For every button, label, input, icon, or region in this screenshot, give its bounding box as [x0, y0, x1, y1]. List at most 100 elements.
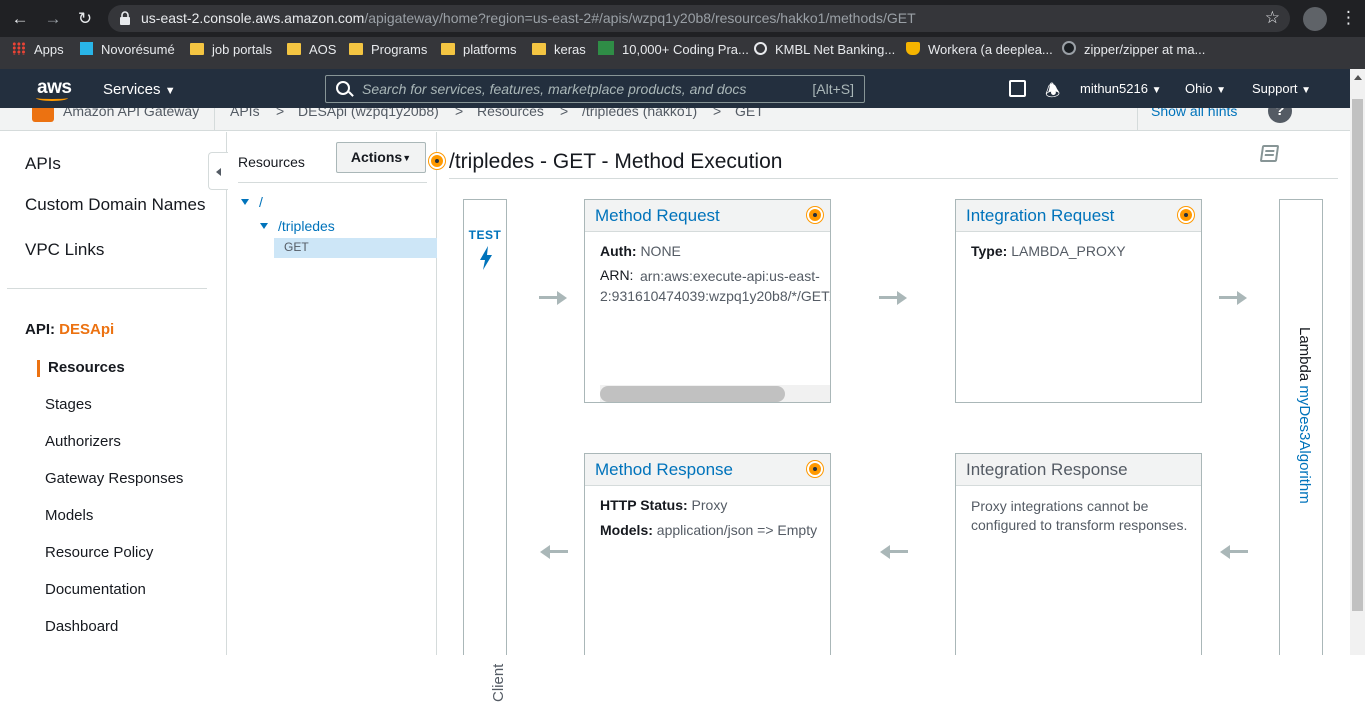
card-header: Integration Response: [956, 454, 1201, 486]
nav-item-models[interactable]: Models: [45, 507, 93, 524]
test-button[interactable]: TEST: [464, 228, 506, 242]
active-indicator: [37, 360, 40, 377]
models-row: Models: application/json => Empty: [600, 522, 817, 538]
nav-item-documentation[interactable]: Documentation: [45, 581, 146, 598]
client-label-wrap: Client: [477, 451, 507, 702]
tree-node-root[interactable]: /: [259, 194, 263, 210]
profile-avatar[interactable]: [1303, 7, 1327, 31]
method-request-link[interactable]: Method Request: [595, 206, 720, 226]
hint-dot-icon[interactable]: [1178, 207, 1194, 223]
arn-value: arn:aws:execute-api:us-east- 2:9316104740…: [600, 266, 830, 306]
kebab-menu-icon[interactable]: ⋮: [1340, 8, 1357, 28]
breadcrumb-method: GET: [735, 108, 764, 119]
bookmark-label: AOS: [309, 42, 337, 57]
integration-request-link[interactable]: Integration Request: [966, 206, 1114, 226]
page-scrollbar[interactable]: [1350, 69, 1365, 655]
collapse-nav-button[interactable]: [208, 152, 228, 190]
integration-response-card: Integration Response Proxy integrations …: [955, 453, 1202, 655]
bookmark-coding-practice[interactable]: 10,000+ Coding Pra...: [598, 37, 749, 69]
bookmark-label: zipper/zipper at ma...: [1084, 42, 1206, 57]
nav-item-custom-domain-names[interactable]: Custom Domain Names: [25, 195, 205, 215]
hint-dot-icon[interactable]: [807, 461, 823, 477]
aws-console-nav: aws Services ▼ Search for services, feat…: [0, 69, 1350, 108]
bell-icon[interactable]: 🕭: [1045, 78, 1060, 107]
scrollbar-thumb[interactable]: [600, 386, 785, 402]
breadcrumb-apis[interactable]: APIs: [230, 108, 260, 119]
nav-item-apis[interactable]: APIs: [25, 154, 61, 174]
bookmark-zipper[interactable]: zipper/zipper at ma...: [1062, 37, 1205, 69]
caret-down-icon: ▼: [402, 153, 412, 163]
nav-item-gateway-responses[interactable]: Gateway Responses: [45, 470, 183, 487]
help-icon[interactable]: ?: [1268, 108, 1292, 123]
scrollbar-thumb[interactable]: [1352, 99, 1363, 611]
browser-toolbar: ← → ↻ us-east-2.console.aws.amazon.com/a…: [0, 0, 1365, 37]
breadcrumb-resources[interactable]: Resources: [477, 108, 544, 119]
hint-dot-icon[interactable]: [429, 153, 445, 169]
coding-icon: [598, 41, 614, 55]
bookmark-label: keras: [554, 42, 586, 57]
models-label: Models:: [600, 522, 653, 538]
nav-item-resources[interactable]: Resources: [48, 359, 125, 376]
nav-item-dashboard[interactable]: Dashboard: [45, 618, 118, 635]
lambda-function-link[interactable]: myDes3Algorithm: [1296, 385, 1313, 503]
lambda-word: Lambda: [1296, 327, 1313, 382]
tree-node-tripledes[interactable]: /tripledes: [278, 218, 335, 234]
tree-node-get-label: GET: [284, 240, 309, 254]
cloudshell-icon[interactable]: [1009, 80, 1026, 97]
breadcrumb-divider: [214, 108, 215, 130]
bookmark-folder-programs[interactable]: Programs: [349, 37, 427, 69]
search-placeholder: Search for services, features, marketpla…: [362, 81, 747, 97]
resources-heading: Resources: [238, 154, 305, 170]
arrow-left-icon: [1220, 545, 1248, 559]
caret-down-icon: ▼: [1151, 85, 1162, 96]
method-response-card: Method Response HTTP Status: Proxy Model…: [584, 453, 831, 655]
actions-dropdown-button[interactable]: Actions▼: [336, 142, 426, 173]
expand-caret-icon[interactable]: [241, 199, 249, 205]
bookmark-kmbl[interactable]: KMBL Net Banking...: [754, 37, 895, 69]
account-menu[interactable]: mithun5216 ▼: [1080, 81, 1161, 96]
documentation-book-icon[interactable]: [1259, 145, 1280, 162]
show-all-hints-link[interactable]: Show all hints: [1151, 108, 1237, 119]
auth-row: Auth: NONE: [600, 243, 681, 259]
region-menu[interactable]: Ohio ▼: [1185, 81, 1226, 96]
bookmark-folder-keras[interactable]: keras: [532, 37, 586, 69]
bookmark-novoresume[interactable]: Novorésumé: [80, 37, 175, 69]
nav-divider: [7, 288, 207, 289]
forward-arrow-icon[interactable]: →: [42, 8, 64, 30]
back-arrow-icon[interactable]: ←: [9, 8, 31, 30]
bookmark-label: Novorésumé: [101, 42, 175, 57]
folder-icon: [532, 43, 546, 55]
horizontal-scrollbar[interactable]: [600, 385, 830, 402]
breadcrumb-separator: >: [276, 108, 285, 119]
tree-node-get-selected[interactable]: GET: [274, 238, 437, 258]
nav-item-stages[interactable]: Stages: [45, 396, 92, 413]
lightning-bolt-icon[interactable]: [478, 246, 494, 270]
bookmark-folder-aos[interactable]: AOS: [287, 37, 336, 69]
scroll-up-icon[interactable]: [1354, 75, 1362, 80]
breadcrumb-service[interactable]: Amazon API Gateway: [63, 108, 199, 119]
bookmark-label: job portals: [212, 42, 272, 57]
nav-item-authorizers[interactable]: Authorizers: [45, 433, 121, 450]
bookmark-workera[interactable]: Workera (a deeplea...: [906, 37, 1053, 69]
method-response-link[interactable]: Method Response: [595, 460, 733, 480]
bookmark-star-icon[interactable]: ☆: [1265, 8, 1280, 28]
bookmark-label: KMBL Net Banking...: [775, 42, 896, 57]
expand-caret-icon[interactable]: [260, 223, 268, 229]
services-menu-button[interactable]: Services ▼: [103, 81, 176, 98]
nav-item-resource-policy[interactable]: Resource Policy: [45, 544, 153, 561]
address-bar[interactable]: us-east-2.console.aws.amazon.com/apigate…: [108, 5, 1290, 32]
bookmark-folder-job-portals[interactable]: job portals: [190, 37, 272, 69]
hint-dot-icon[interactable]: [807, 207, 823, 223]
aws-smile-icon: [36, 95, 68, 101]
api-name[interactable]: DESApi: [59, 321, 114, 338]
support-label: Support: [1252, 81, 1298, 96]
search-input[interactable]: Search for services, features, marketpla…: [325, 75, 865, 103]
bookmark-apps[interactable]: Apps: [12, 37, 64, 69]
nav-item-vpc-links[interactable]: VPC Links: [25, 240, 104, 260]
reload-icon[interactable]: ↻: [74, 8, 96, 30]
breadcrumb-api[interactable]: DESApi (wzpq1y20b8): [298, 108, 439, 119]
bookmark-label: Apps: [34, 42, 64, 57]
bookmark-folder-platforms[interactable]: platforms: [441, 37, 516, 69]
breadcrumb-resource[interactable]: /tripledes (hakko1): [582, 108, 697, 119]
support-menu[interactable]: Support ▼: [1252, 81, 1311, 96]
